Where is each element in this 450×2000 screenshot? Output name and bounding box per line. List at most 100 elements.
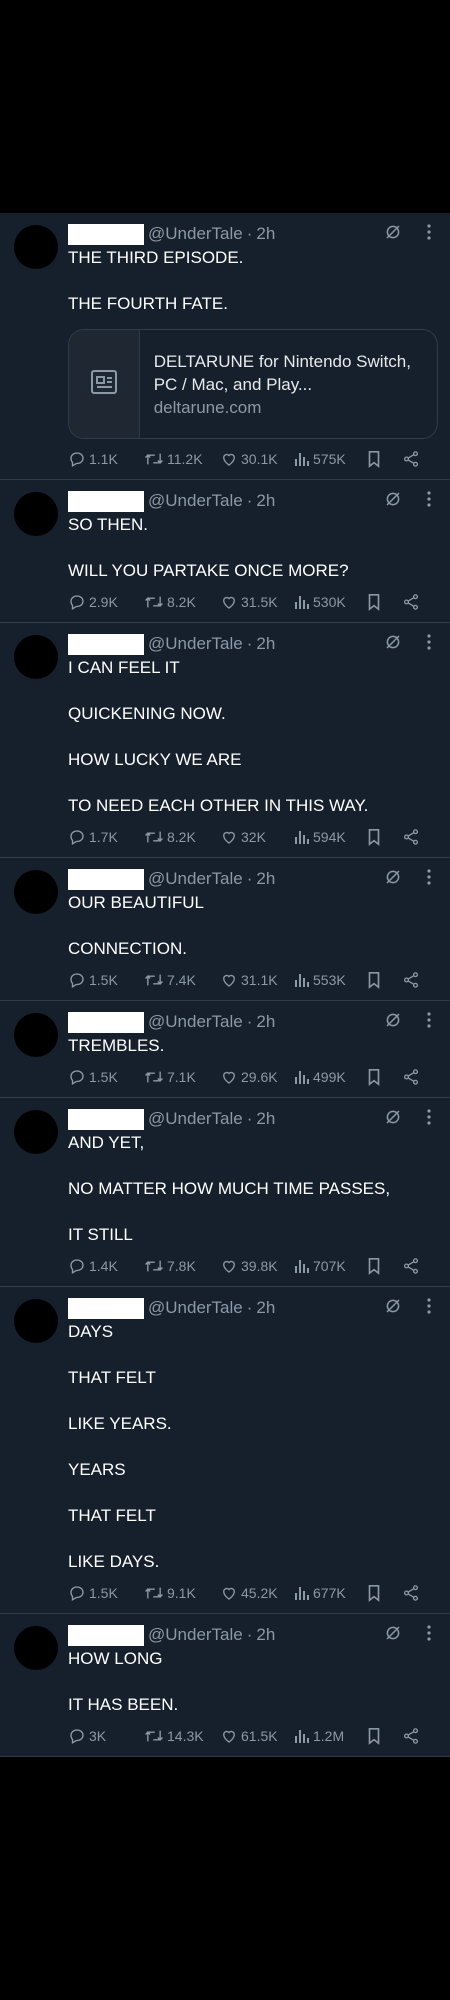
author-handle[interactable]: @UnderTale bbox=[148, 491, 243, 511]
bookmark-button[interactable] bbox=[366, 1257, 402, 1275]
more-options-icon[interactable] bbox=[422, 633, 436, 651]
reply-button[interactable]: 1.1K bbox=[68, 450, 144, 468]
bookmark-button[interactable] bbox=[366, 828, 402, 846]
timestamp[interactable]: 2h bbox=[256, 1109, 275, 1129]
avatar[interactable] bbox=[14, 635, 58, 679]
bookmark-button[interactable] bbox=[366, 1727, 402, 1745]
reply-button[interactable]: 1.5K bbox=[68, 1068, 144, 1086]
reply-button[interactable]: 1.5K bbox=[68, 1584, 144, 1602]
retweet-button[interactable]: 8.2K bbox=[144, 593, 220, 611]
author-handle[interactable]: @UnderTale bbox=[148, 634, 243, 654]
author-handle[interactable]: @UnderTale bbox=[148, 1298, 243, 1318]
timestamp[interactable]: 2h bbox=[256, 634, 275, 654]
timestamp[interactable]: 2h bbox=[256, 224, 275, 244]
like-button[interactable]: 61.5K bbox=[220, 1727, 294, 1745]
bookmark-button[interactable] bbox=[366, 593, 402, 611]
bookmark-button[interactable] bbox=[366, 971, 402, 989]
tweet-text: AND YET, NO MATTER HOW MUCH TIME PASSES, I… bbox=[68, 1131, 436, 1246]
views-button[interactable]: 677K bbox=[294, 1585, 366, 1601]
views-button[interactable]: 575K bbox=[294, 451, 366, 467]
like-button[interactable]: 29.6K bbox=[220, 1068, 294, 1086]
share-button[interactable] bbox=[402, 1584, 422, 1602]
reply-button[interactable]: 2.9K bbox=[68, 593, 144, 611]
share-button[interactable] bbox=[402, 450, 422, 468]
timestamp[interactable]: 2h bbox=[256, 869, 275, 889]
share-button[interactable] bbox=[402, 971, 422, 989]
bookmark-button[interactable] bbox=[366, 1584, 402, 1602]
grok-icon[interactable] bbox=[384, 490, 402, 508]
timestamp[interactable]: 2h bbox=[256, 491, 275, 511]
grok-icon[interactable] bbox=[384, 1624, 402, 1642]
retweet-button[interactable]: 14.3K bbox=[144, 1727, 220, 1745]
share-button[interactable] bbox=[402, 1068, 422, 1086]
avatar[interactable] bbox=[14, 1013, 58, 1057]
tweet[interactable]: @UnderTale · 2h HOW LONG IT HAS BEEN. 3K … bbox=[0, 1614, 450, 1757]
retweet-button[interactable]: 7.1K bbox=[144, 1068, 220, 1086]
bookmark-button[interactable] bbox=[366, 1068, 402, 1086]
retweet-button[interactable]: 7.4K bbox=[144, 971, 220, 989]
avatar[interactable] bbox=[14, 1626, 58, 1670]
views-button[interactable]: 1.2M bbox=[294, 1728, 366, 1744]
share-button[interactable] bbox=[402, 1727, 422, 1745]
grok-icon[interactable] bbox=[384, 1297, 402, 1315]
views-button[interactable]: 594K bbox=[294, 829, 366, 845]
reply-button[interactable]: 3K bbox=[68, 1727, 144, 1745]
views-button[interactable]: 499K bbox=[294, 1069, 366, 1085]
more-options-icon[interactable] bbox=[422, 1624, 436, 1642]
author-handle[interactable]: @UnderTale bbox=[148, 1109, 243, 1129]
views-button[interactable]: 530K bbox=[294, 594, 366, 610]
tweet[interactable]: @UnderTale · 2h OUR BEAUTIFUL CONNECTION.… bbox=[0, 858, 450, 1001]
more-options-icon[interactable] bbox=[422, 1108, 436, 1126]
more-options-icon[interactable] bbox=[422, 1011, 436, 1029]
share-button[interactable] bbox=[402, 828, 422, 846]
tweet[interactable]: @UnderTale · 2h SO THEN. WILL YOU PARTAKE… bbox=[0, 480, 450, 623]
share-button[interactable] bbox=[402, 1257, 422, 1275]
like-button[interactable]: 30.1K bbox=[220, 450, 294, 468]
more-options-icon[interactable] bbox=[422, 868, 436, 886]
avatar[interactable] bbox=[14, 492, 58, 536]
tweet[interactable]: @UnderTale · 2h DAYS THAT FELT LIKE YEARS.… bbox=[0, 1287, 450, 1614]
like-button[interactable]: 32K bbox=[220, 828, 294, 846]
views-button[interactable]: 553K bbox=[294, 972, 366, 988]
author-handle[interactable]: @UnderTale bbox=[148, 1625, 243, 1645]
like-button[interactable]: 45.2K bbox=[220, 1584, 294, 1602]
author-handle[interactable]: @UnderTale bbox=[148, 224, 243, 244]
avatar[interactable] bbox=[14, 870, 58, 914]
grok-icon[interactable] bbox=[384, 633, 402, 651]
views-button[interactable]: 707K bbox=[294, 1258, 366, 1274]
author-handle[interactable]: @UnderTale bbox=[148, 1012, 243, 1032]
reply-button[interactable]: 1.4K bbox=[68, 1257, 144, 1275]
bookmark-button[interactable] bbox=[366, 450, 402, 468]
retweet-button[interactable]: 9.1K bbox=[144, 1584, 220, 1602]
author-handle[interactable]: @UnderTale bbox=[148, 869, 243, 889]
grok-icon[interactable] bbox=[384, 868, 402, 886]
avatar[interactable] bbox=[14, 225, 58, 269]
grok-icon[interactable] bbox=[384, 223, 402, 241]
heart-icon bbox=[220, 593, 238, 611]
like-button[interactable]: 31.1K bbox=[220, 971, 294, 989]
tweet[interactable]: @UnderTale · 2h TREMBLES. 1.5K 7.1K 29.6… bbox=[0, 1001, 450, 1098]
like-button[interactable]: 31.5K bbox=[220, 593, 294, 611]
reply-button[interactable]: 1.7K bbox=[68, 828, 144, 846]
timestamp[interactable]: 2h bbox=[256, 1625, 275, 1645]
timestamp[interactable]: 2h bbox=[256, 1012, 275, 1032]
more-options-icon[interactable] bbox=[422, 1297, 436, 1315]
avatar[interactable] bbox=[14, 1299, 58, 1343]
more-options-icon[interactable] bbox=[422, 490, 436, 508]
like-button[interactable]: 39.8K bbox=[220, 1257, 294, 1275]
grok-icon[interactable] bbox=[384, 1108, 402, 1126]
grok-icon[interactable] bbox=[384, 1011, 402, 1029]
timestamp[interactable]: 2h bbox=[256, 1298, 275, 1318]
reply-button[interactable]: 1.5K bbox=[68, 971, 144, 989]
more-options-icon[interactable] bbox=[422, 223, 436, 241]
retweet-button[interactable]: 11.2K bbox=[144, 450, 220, 468]
tweet[interactable]: @UnderTale · 2h I CAN FEEL IT QUICKENING … bbox=[0, 623, 450, 858]
share-button[interactable] bbox=[402, 593, 422, 611]
retweet-button[interactable]: 8.2K bbox=[144, 828, 220, 846]
avatar[interactable] bbox=[14, 1110, 58, 1154]
tweet[interactable]: @UnderTale · 2h AND YET, NO MATTER HOW MU… bbox=[0, 1098, 450, 1287]
reply-count: 3K bbox=[89, 1728, 107, 1744]
retweet-button[interactable]: 7.8K bbox=[144, 1257, 220, 1275]
link-card[interactable]: DELTARUNE for Nintendo Switch, PC / Mac,… bbox=[68, 329, 438, 439]
tweet[interactable]: @UnderTale · 2h THE THIRD EPISODE. THE FO… bbox=[0, 213, 450, 480]
